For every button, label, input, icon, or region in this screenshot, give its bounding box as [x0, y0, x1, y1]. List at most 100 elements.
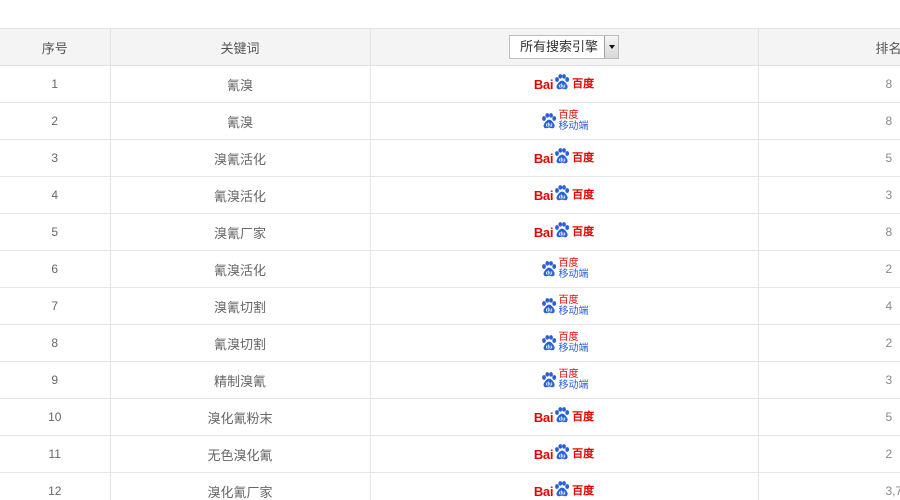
chevron-down-icon: [608, 45, 615, 49]
row-keyword: 氰溴切割: [110, 324, 371, 362]
baidu-logo-cn: 百度: [572, 225, 595, 238]
row-search-engine: Bai du 百度: [370, 65, 759, 103]
baidu-paw-icon: du: [553, 222, 571, 242]
baidu-mobile-logo-line2: 移动端: [558, 343, 589, 354]
dropdown-button[interactable]: [604, 36, 618, 58]
header-search-engine: 所有搜索引擎: [370, 28, 759, 66]
baidu-logo-cn: 百度: [572, 151, 595, 164]
baidu-logo-latin: Bai: [533, 187, 554, 203]
row-keyword: 溴化氰粉末: [110, 398, 371, 436]
row-keyword: 无色溴化氰: [110, 435, 371, 473]
svg-text:du: du: [545, 345, 552, 351]
baidu-logo-cn: 百度: [572, 447, 595, 460]
baidu-logo: Bai du 百度: [534, 444, 594, 464]
header-rank: 排名: [758, 28, 900, 66]
baidu-paw-icon: du: [540, 332, 558, 353]
baidu-logo-latin: Bai: [533, 224, 554, 240]
row-serial-no: 2: [0, 102, 111, 140]
row-rank: 5: [758, 139, 900, 177]
baidu-logo-cn: 百度: [572, 410, 595, 423]
baidu-logo: Bai du 百度: [534, 407, 594, 427]
baidu-paw-icon: du: [553, 74, 571, 94]
svg-text:du: du: [559, 232, 566, 238]
baidu-mobile-logo-line1: 百度: [558, 369, 579, 380]
keyword-rank-table: 序号 关键词 所有搜索引擎 排名 1 氰溴 Bai du 百度 8 2 氰溴 du 百…: [0, 28, 900, 500]
table-row: 6 氰溴活化 du 百度 移动端 2: [0, 250, 900, 288]
table-row: 3 溴氰活化 Bai du 百度 5: [0, 139, 900, 177]
baidu-mobile-logo-line2: 移动端: [558, 269, 589, 280]
baidu-mobile-logo-text: 百度 移动端: [559, 295, 589, 317]
row-keyword: 氰溴: [110, 102, 371, 140]
baidu-logo: Bai du 百度: [534, 74, 594, 94]
row-serial-no: 8: [0, 324, 111, 362]
row-rank: 3: [758, 361, 900, 399]
baidu-mobile-logo-text: 百度 移动端: [559, 369, 589, 391]
baidu-mobile-logo: du 百度 移动端: [540, 110, 589, 132]
row-keyword: 氰溴活化: [110, 176, 371, 214]
svg-text:du: du: [559, 158, 566, 164]
row-search-engine: du 百度 移动端: [370, 324, 759, 362]
header-serial-no: 序号: [0, 28, 111, 66]
baidu-mobile-logo-text: 百度 移动端: [559, 110, 589, 132]
row-search-engine: du 百度 移动端: [370, 250, 759, 288]
row-keyword: 溴氰厂家: [110, 213, 371, 251]
row-keyword: 溴化氰厂家: [110, 472, 371, 500]
baidu-logo-latin: Bai: [533, 150, 554, 166]
baidu-mobile-logo-line1: 百度: [558, 110, 579, 121]
table-row: 5 溴氰厂家 Bai du 百度 8: [0, 213, 900, 251]
row-rank: 2: [758, 435, 900, 473]
row-serial-no: 10: [0, 398, 111, 436]
baidu-mobile-logo-text: 百度 移动端: [559, 332, 589, 354]
baidu-mobile-logo: du 百度 移动端: [540, 332, 589, 354]
row-rank: 8: [758, 102, 900, 140]
baidu-logo-cn: 百度: [572, 77, 595, 90]
baidu-logo-cn: 百度: [572, 188, 595, 201]
table-body: 1 氰溴 Bai du 百度 8 2 氰溴 du 百度 移动端 8 3 溴氰活化 Bai…: [0, 65, 900, 500]
row-rank: 2: [758, 324, 900, 362]
table-row: 7 溴氰切割 du 百度 移动端 4: [0, 287, 900, 325]
table-header-row: 序号 关键词 所有搜索引擎 排名: [0, 28, 900, 66]
row-serial-no: 9: [0, 361, 111, 399]
row-keyword: 溴氰切割: [110, 287, 371, 325]
row-search-engine: du 百度 移动端: [370, 102, 759, 140]
row-serial-no: 12: [0, 472, 111, 500]
row-search-engine: Bai du 百度: [370, 176, 759, 214]
svg-text:du: du: [559, 417, 566, 423]
baidu-mobile-logo: du 百度 移动端: [540, 258, 589, 280]
baidu-mobile-logo-line2: 移动端: [558, 380, 589, 391]
baidu-mobile-logo-line1: 百度: [558, 332, 579, 343]
row-serial-no: 4: [0, 176, 111, 214]
baidu-mobile-logo: du 百度 移动端: [540, 295, 589, 317]
svg-text:du: du: [559, 84, 566, 90]
row-rank: 5: [758, 398, 900, 436]
row-keyword: 精制溴氰: [110, 361, 371, 399]
baidu-mobile-logo-text: 百度 移动端: [559, 258, 589, 280]
table-row: 4 氰溴活化 Bai du 百度 3: [0, 176, 900, 214]
baidu-logo: Bai du 百度: [534, 148, 594, 168]
search-engine-select[interactable]: 所有搜索引擎: [508, 35, 619, 59]
row-rank: 8: [758, 213, 900, 251]
row-search-engine: Bai du 百度: [370, 472, 759, 500]
row-search-engine: Bai du 百度: [370, 398, 759, 436]
row-search-engine: Bai du 百度: [370, 435, 759, 473]
baidu-mobile-logo: du 百度 移动端: [540, 369, 589, 391]
row-search-engine: du 百度 移动端: [370, 361, 759, 399]
table-row: 1 氰溴 Bai du 百度 8: [0, 65, 900, 103]
row-serial-no: 1: [0, 65, 111, 103]
svg-text:du: du: [545, 308, 552, 314]
row-serial-no: 6: [0, 250, 111, 288]
table-row: 11 无色溴化氰 Bai du 百度 2: [0, 435, 900, 473]
svg-text:du: du: [559, 454, 566, 460]
keyword-rank-page: 序号 关键词 所有搜索引擎 排名 1 氰溴 Bai du 百度 8 2 氰溴 du 百…: [0, 0, 900, 500]
baidu-paw-icon: du: [540, 258, 558, 279]
baidu-logo: Bai du 百度: [534, 481, 594, 500]
baidu-mobile-logo-line2: 移动端: [558, 306, 589, 317]
table-row: 8 氰溴切割 du 百度 移动端 2: [0, 324, 900, 362]
baidu-logo-latin: Bai: [533, 483, 554, 499]
baidu-logo: Bai du 百度: [534, 222, 594, 242]
row-serial-no: 3: [0, 139, 111, 177]
baidu-paw-icon: du: [553, 185, 571, 205]
table-row: 10 溴化氰粉末 Bai du 百度 5: [0, 398, 900, 436]
baidu-logo-latin: Bai: [533, 409, 554, 425]
baidu-mobile-logo-line1: 百度: [558, 295, 579, 306]
